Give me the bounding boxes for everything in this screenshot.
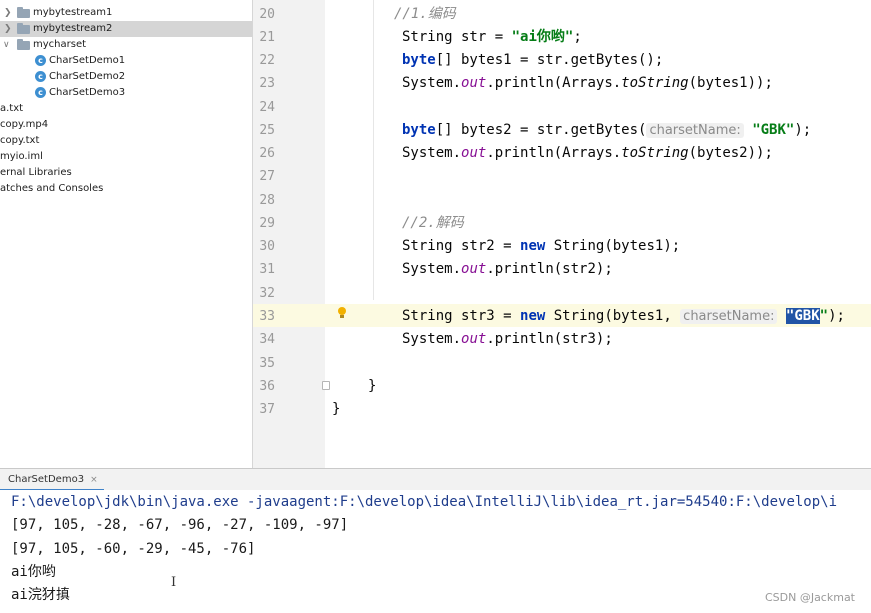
line-number: 28 bbox=[259, 193, 275, 208]
tree-item-mybytestream2[interactable]: ❯ mybytestream2 bbox=[0, 21, 252, 37]
folder-icon bbox=[17, 7, 30, 18]
code-line-34: System.out.println(str3); bbox=[402, 331, 613, 347]
code-line-22: byte[] bytes1 = str.getBytes(); bbox=[402, 52, 664, 68]
tree-item-label: ernal Libraries bbox=[0, 167, 72, 178]
run-tab-bar: CharSetDemo3 × bbox=[0, 468, 871, 491]
tree-item-myio-iml[interactable]: myio.iml bbox=[0, 149, 252, 165]
line-number: 32 bbox=[259, 286, 275, 301]
chevron-down-icon[interactable]: ∨ bbox=[3, 37, 10, 53]
line-number: 25 bbox=[259, 123, 275, 138]
java-class-icon: c bbox=[35, 87, 46, 98]
selected-text: "GBK bbox=[785, 308, 820, 324]
code-line-31: System.out.println(str2); bbox=[402, 261, 613, 277]
tree-item-copy-txt[interactable]: copy.txt bbox=[0, 133, 252, 149]
folder-icon bbox=[17, 23, 30, 34]
folder-icon bbox=[17, 39, 30, 50]
tree-item-mycharset[interactable]: ∨ mycharset bbox=[0, 37, 252, 53]
tree-item-a-txt[interactable]: a.txt bbox=[0, 101, 252, 117]
line-number: 24 bbox=[259, 100, 275, 115]
tree-item-label: CharSetDemo3 bbox=[49, 87, 126, 98]
tree-item-charsetdemo1[interactable]: c CharSetDemo1 bbox=[0, 53, 252, 69]
tree-item-copy-mp4[interactable]: copy.mp4 bbox=[0, 117, 252, 133]
line-number: 29 bbox=[259, 216, 275, 231]
code-line-36: } bbox=[368, 378, 377, 394]
run-tab-label: CharSetDemo3 bbox=[8, 474, 85, 485]
run-tab-charsetdemo3[interactable]: CharSetDemo3 × bbox=[0, 469, 104, 491]
tree-item-label: a.txt bbox=[0, 103, 24, 114]
tree-item-scratches-consoles[interactable]: atches and Consoles bbox=[0, 181, 252, 197]
fold-marker-icon[interactable] bbox=[322, 381, 330, 390]
tree-item-label: myio.iml bbox=[0, 151, 43, 162]
line-number: 37 bbox=[259, 402, 275, 417]
line-number: 36 bbox=[259, 379, 275, 394]
tree-item-charsetdemo3[interactable]: c CharSetDemo3 bbox=[0, 85, 252, 101]
tree-item-label: CharSetDemo2 bbox=[49, 71, 126, 82]
code-line-21: String str = "ai你哟"; bbox=[402, 29, 582, 45]
tree-item-label: copy.txt bbox=[0, 135, 40, 146]
line-number: 23 bbox=[259, 76, 275, 91]
line-number: 26 bbox=[259, 146, 275, 161]
code-line-25: byte[] bytes2 = str.getBytes(charsetName… bbox=[402, 122, 812, 138]
chevron-right-icon[interactable]: ❯ bbox=[4, 5, 12, 21]
tree-item-label: CharSetDemo1 bbox=[49, 55, 126, 66]
text-cursor-icon: I bbox=[171, 575, 177, 590]
line-number: 21 bbox=[259, 30, 275, 45]
line-number: 35 bbox=[259, 356, 275, 371]
tree-item-charsetdemo2[interactable]: c CharSetDemo2 bbox=[0, 69, 252, 85]
tree-item-external-libraries[interactable]: ernal Libraries bbox=[0, 165, 252, 181]
indent-guide bbox=[373, 0, 374, 300]
code-line-33: String str3 = new String(bytes1, charset… bbox=[402, 308, 845, 324]
parameter-hint: charsetName: bbox=[646, 123, 744, 138]
watermark: CSDN @Jackmat bbox=[764, 591, 855, 604]
tree-item-label: mycharset bbox=[33, 39, 87, 50]
code-line-26: System.out.println(Arrays.toString(bytes… bbox=[402, 145, 773, 161]
project-tree: ❯ mybytestream1 ❯ mybytestream2 ∨ mychar… bbox=[0, 0, 253, 468]
line-number: 33 bbox=[259, 309, 275, 324]
line-number: 34 bbox=[259, 332, 275, 347]
console-line: [97, 105, -60, -29, -45, -76] bbox=[11, 541, 256, 557]
java-class-icon: c bbox=[35, 71, 46, 82]
code-line-23: System.out.println(Arrays.toString(bytes… bbox=[402, 75, 773, 91]
console-line: ai浣犲搷 bbox=[11, 587, 70, 603]
parameter-hint: charsetName: bbox=[680, 309, 778, 324]
close-icon[interactable]: × bbox=[90, 475, 98, 485]
line-number: 31 bbox=[259, 262, 275, 277]
line-number: 20 bbox=[259, 7, 275, 22]
line-number: 27 bbox=[259, 169, 275, 184]
console-line: ai你哟 bbox=[11, 564, 56, 580]
lightbulb-icon[interactable] bbox=[337, 307, 347, 320]
tree-item-label: mybytestream2 bbox=[33, 23, 113, 34]
console-line: F:\develop\jdk\bin\java.exe -javaagent:F… bbox=[11, 494, 838, 510]
tree-item-label: mybytestream1 bbox=[33, 7, 113, 18]
java-class-icon: c bbox=[35, 55, 46, 66]
code-line-30: String str2 = new String(bytes1); bbox=[402, 238, 681, 254]
tree-item-label: atches and Consoles bbox=[0, 183, 104, 194]
line-number: 22 bbox=[259, 53, 275, 68]
tree-item-label: copy.mp4 bbox=[0, 119, 49, 130]
line-number: 30 bbox=[259, 239, 275, 254]
code-line-29: //2.解码 bbox=[402, 215, 464, 231]
console-line: [97, 105, -28, -67, -96, -27, -109, -97] bbox=[11, 517, 349, 533]
tree-item-mybytestream1[interactable]: ❯ mybytestream1 bbox=[0, 5, 252, 21]
code-line-37: } bbox=[332, 401, 341, 417]
code-line-20: //1.编码 bbox=[394, 6, 456, 22]
chevron-right-icon[interactable]: ❯ bbox=[4, 21, 12, 37]
